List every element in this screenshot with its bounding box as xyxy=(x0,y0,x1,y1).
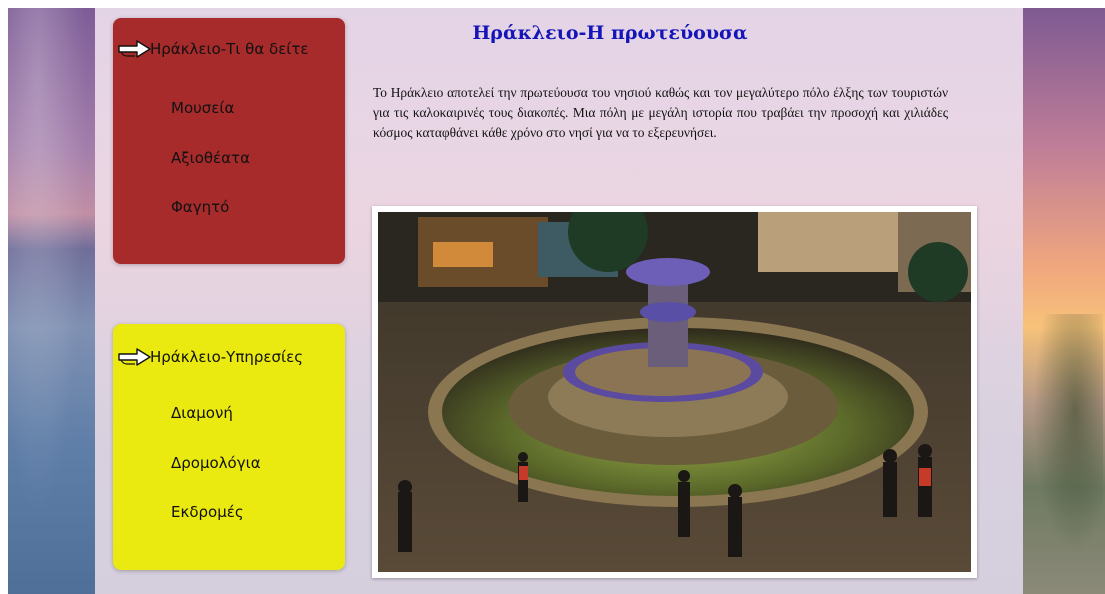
fountain-photo xyxy=(378,212,971,572)
menu-heading-services[interactable]: Ηράκλειο-Υπηρεσίες xyxy=(117,346,303,368)
pointing-hand-arrow-icon xyxy=(118,40,151,58)
left-border xyxy=(0,0,8,594)
menu-heading-sights[interactable]: Ηράκλειο-Τι θα δείτε xyxy=(117,38,309,60)
menu-item-routes[interactable]: Δρομολόγια xyxy=(171,453,261,503)
fountain-photo-illustration xyxy=(378,212,971,572)
menu-item-accommodation[interactable]: Διαμονή xyxy=(171,403,261,453)
menu-item-sights[interactable]: Αξιοθέατα xyxy=(171,148,250,198)
menu-item-food[interactable]: Φαγητό xyxy=(171,197,250,247)
top-border xyxy=(0,0,1105,8)
pointing-hand-arrow-icon xyxy=(118,348,151,366)
menu-item-museums[interactable]: Μουσεία xyxy=(171,98,250,148)
background-left xyxy=(0,0,95,594)
intro-paragraph: Το Ηράκλειο αποτελεί την πρωτεύουσα του … xyxy=(373,85,948,140)
page-title: Ηράκλειο-Η πρωτεύουσα xyxy=(472,22,748,44)
sidebar-menu-sights: Ηράκλειο-Τι θα δείτε Μουσεία Αξιοθέατα Φ… xyxy=(113,18,345,264)
menu-list-services: Διαμονή Δρομολόγια Εκδρομές xyxy=(171,403,261,552)
sidebar-menu-services: Ηράκλειο-Υπηρεσίες Διαμονή Δρομολόγια Εκ… xyxy=(113,324,345,570)
menu-item-excursions[interactable]: Εκδρομές xyxy=(171,502,261,552)
background-right xyxy=(1023,0,1105,594)
photo-frame xyxy=(372,206,977,578)
menu-list-sights: Μουσεία Αξιοθέατα Φαγητό xyxy=(171,98,250,247)
menu-heading-label: Ηράκλειο-Τι θα δείτε xyxy=(150,40,309,58)
menu-heading-label: Ηράκλειο-Υπηρεσίες xyxy=(150,348,304,366)
